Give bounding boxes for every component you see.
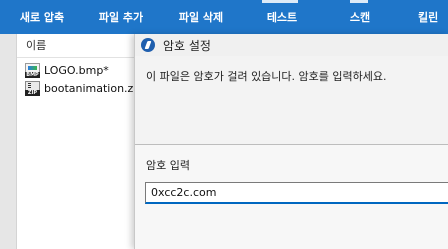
folder-tree-panel[interactable] [0,34,17,249]
password-dialog: 암호 설정 이 파일은 암호가 걸려 있습니다. 암호를 입력하세요. 암호 입… [134,34,448,249]
password-label: 암호 입력 [146,159,190,172]
zip-file-icon: ZIP [25,80,40,96]
file-row-logo[interactable]: BMP LOGO.bmp* [25,61,109,79]
test-button[interactable]: 테스트 [244,0,320,34]
password-section: 암호 입력 [135,145,448,249]
add-file-button[interactable]: 파일 추가 [84,0,158,34]
dialog-message: 이 파일은 암호가 걸려 있습니다. 암호를 입력하세요. [146,70,387,83]
password-input[interactable] [145,182,448,204]
file-name: LOGO.bmp* [44,63,109,77]
bmp-file-icon: BMP [25,62,40,78]
new-zip-button[interactable]: 새로 압축 [0,0,84,34]
scan-button[interactable]: 스캔 [320,0,400,34]
code-page-button[interactable]: 킬린 [412,0,448,34]
delete-file-button[interactable]: 파일 삭제 [158,0,244,34]
app-logo-icon [141,38,155,52]
dialog-title-bar[interactable]: 암호 설정 [135,34,448,56]
toolbar: 새로 압축 파일 추가 파일 삭제 테스트 스캔 킬린 [0,0,448,34]
dialog-title: 암호 설정 [163,38,211,53]
file-row-bootanimation[interactable]: ZIP bootanimation.zip [25,79,143,97]
file-name: bootanimation.zip [44,81,144,95]
